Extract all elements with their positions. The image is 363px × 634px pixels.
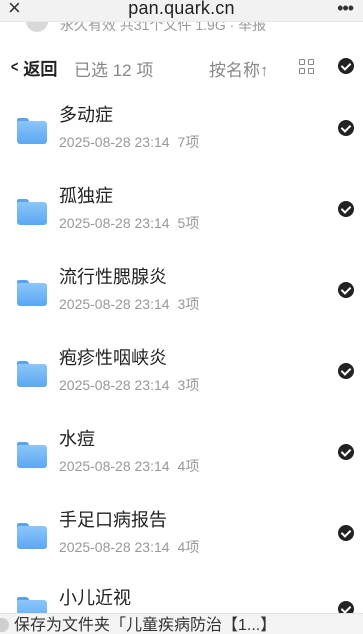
file-name: 流行性腮腺炎 (59, 267, 167, 287)
folder-icon (17, 442, 47, 468)
file-meta: 2025-08-28 23:14 5项 (59, 215, 200, 231)
folder-icon (17, 523, 47, 549)
file-name: 水痘 (59, 429, 95, 449)
avatar (26, 22, 48, 32)
select-all-check-icon[interactable] (338, 58, 354, 74)
list-item[interactable]: 疱疹性咽峡炎 2025-08-28 23:14 3项 (0, 335, 363, 415)
folder-icon (17, 280, 47, 306)
browser-top-bar: × pan.quark.cn ••• (0, 0, 363, 22)
checked-icon[interactable] (338, 601, 354, 613)
sort-by-name-button[interactable]: 按名称↑ (209, 56, 269, 81)
list-item[interactable]: 孤独症 2025-08-28 23:14 5项 (0, 173, 363, 253)
list-item[interactable]: 流行性腮腺炎 2025-08-28 23:14 3项 (0, 254, 363, 334)
file-meta: 2025-08-28 23:14 3项 (59, 377, 200, 393)
selected-count: 已选 12 项 (74, 61, 154, 80)
checked-icon[interactable] (338, 201, 354, 217)
list-item[interactable]: 小儿近视 (0, 570, 363, 613)
save-as-folder-text: 保存为文件夹「儿童疾病防治【1...】 (14, 617, 277, 634)
folder-icon (17, 597, 47, 613)
checked-icon[interactable] (338, 363, 354, 379)
checked-icon[interactable] (338, 525, 354, 541)
file-meta: 2025-08-28 23:14 4项 (59, 539, 200, 555)
more-icon[interactable]: ••• (337, 0, 354, 17)
url-label[interactable]: pan.quark.cn (0, 0, 363, 19)
save-bar-handle (0, 618, 9, 632)
share-info-bar: 永久有效 共31个文件 1.9G · 举报 (0, 22, 363, 42)
save-bar[interactable]: 保存为文件夹「儿童疾病防治【1...】 (0, 613, 363, 634)
file-name: 多动症 (59, 105, 113, 125)
checked-icon[interactable] (338, 282, 354, 298)
file-name: 疱疹性咽峡炎 (59, 348, 167, 368)
list-item[interactable]: 水痘 2025-08-28 23:14 4项 (0, 416, 363, 496)
checked-icon[interactable] (338, 120, 354, 136)
share-info-text: 永久有效 共31个文件 1.9G · 举报 (60, 22, 267, 33)
file-name: 手足口病报告 (59, 510, 167, 530)
file-meta: 2025-08-28 23:14 4项 (59, 458, 200, 474)
list-item[interactable]: 多动症 2025-08-28 23:14 7项 (0, 92, 363, 172)
chevron-left-icon: < (10, 58, 19, 76)
selection-toolbar: < 返回 已选 12 项 按名称↑ (0, 48, 363, 86)
file-meta: 2025-08-28 23:14 3项 (59, 296, 200, 312)
file-name: 孤独症 (59, 186, 113, 206)
folder-icon (17, 199, 47, 225)
file-name: 小儿近视 (59, 588, 131, 608)
list-item[interactable]: 手足口病报告 2025-08-28 23:14 4项 (0, 497, 363, 577)
back-label: 返回 (23, 60, 58, 79)
file-meta: 2025-08-28 23:14 7项 (59, 134, 200, 150)
checked-icon[interactable] (338, 444, 354, 460)
grid-view-icon[interactable] (299, 59, 315, 75)
back-button[interactable]: < 返回 (10, 55, 57, 80)
folder-icon (17, 118, 47, 144)
folder-icon (17, 361, 47, 387)
